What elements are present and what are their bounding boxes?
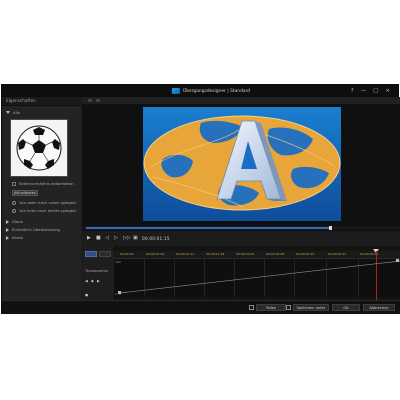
update-button[interactable]: Aktualisieren [12,190,38,196]
window-controls: ? — □ × [351,87,390,95]
close-icon[interactable]: × [385,87,390,95]
cancel-button[interactable]: Abbrechen [363,304,395,311]
keyframe-start[interactable] [118,291,121,294]
toolbar-grip-icon[interactable] [88,99,92,102]
preview-toolbar [82,97,400,104]
ok-button[interactable]: OK [332,304,360,311]
help-icon[interactable]: ? [351,87,354,95]
window-title: Übergangsdesigner | Standard [183,88,251,94]
previous-frame-icon[interactable]: ◁ [105,235,109,242]
section-effect-label: Einheitlich Überblendung [12,227,60,232]
dialog-footer: Teilen Speichern unter OK Abbrechen [2,300,400,314]
current-timecode: 00:00:01:15 [142,236,170,241]
add-keyframe-icon[interactable]: ◆ [91,278,94,285]
keep-aspect-label: Seitenverhältnis beibehalten [19,181,74,186]
ruler-tick: 00:00:01:11 [176,252,195,256]
collapse-arrow-icon [6,219,9,224]
keyframe-add-button[interactable] [99,251,111,257]
keyframe-mode-button[interactable] [85,251,97,257]
keyframe-timeline: Transparenz ◀ ◆ ▶ ● 00:00:00 00:00:01:04… [82,246,400,301]
section-mask-toggle[interactable]: Alle [6,110,20,115]
next-frame-icon[interactable]: ▷ [114,235,118,242]
snapshot-icon[interactable]: ▣ [133,235,138,242]
flip-horizontal-icon[interactable] [12,208,16,213]
ruler-tick: 00:00:02:22 [328,252,347,256]
ruler-tick: 00:00:02:15 [296,252,315,256]
track-header-panel: Transparenz ◀ ◆ ▶ ● [82,246,115,300]
prev-keyframe-icon[interactable]: ◀ [85,278,88,285]
share-icon[interactable] [249,305,254,310]
app-logo-icon [172,88,180,94]
keyframe-dot-icon[interactable]: ● [85,292,88,299]
collapse-arrow-icon [6,227,9,232]
minimize-icon[interactable]: — [361,87,367,95]
fast-forward-icon[interactable]: ▷▷ [123,235,131,242]
title-bar: Übergangsdesigner | Standard ? — □ × [2,85,398,97]
flip-vertical-label: Von oben nach unten spiegeln [19,200,77,205]
toolbar-grip-icon[interactable] [96,99,100,102]
preview-video[interactable] [143,107,341,221]
ruler-tick: 00:00:02:08 [266,252,285,256]
collapse-arrow-icon [6,235,9,240]
title-group: Übergangsdesigner | Standard [172,87,250,95]
timeline-tool-row [85,251,111,257]
ruler-tick: 00:00:01:04 [146,252,165,256]
share-button[interactable]: Teilen [256,304,286,311]
properties-panel: Eigenschaften Alle Seitenverhältnis beib… [2,97,81,300]
expand-arrow-icon [6,111,10,114]
section-effect-toggle[interactable]: Einheitlich Überblendung [6,227,60,232]
scrubber-progress [86,227,331,229]
save-as-button[interactable]: Speichern unter [293,304,329,311]
ruler-tick: 00:00:00 [120,252,134,256]
flip-vertical-row[interactable]: Von oben nach unten spiegeln [12,200,77,205]
timeline-ruler[interactable]: 00:00:00 00:00:01:04 00:00:01:11 00:00:0… [114,251,400,259]
transition-designer-window: Übergangsdesigner | Standard ? — □ × Eig… [1,84,400,314]
panel-header: Eigenschaften [2,97,81,106]
preview-area [82,104,400,226]
section-kante-toggle[interactable]: Kante [6,235,23,240]
section-glanz-toggle[interactable]: Glanz [6,219,23,224]
soccer-ball-icon [16,125,62,171]
section-glanz-label: Glanz [12,219,23,224]
play-icon[interactable]: ▶ [87,235,91,242]
section-kante-label: Kante [12,235,23,240]
flip-vertical-icon[interactable] [12,200,16,205]
ruler-tick: 00:00:02:00 [236,252,255,256]
section-mask-label: Alle [13,110,21,115]
keyframe-end[interactable] [396,259,399,262]
ruler-tick: 00:00:01:18 [206,252,225,256]
next-keyframe-icon[interactable]: ▶ [97,278,100,285]
transport-controls: ▶ ■ ◁ ▷ ▷▷ ▣ 00:00:01:15 [82,230,400,247]
mask-thumbnail[interactable] [10,119,68,177]
save-as-icon[interactable] [286,305,291,310]
maximize-icon[interactable]: □ [373,87,378,95]
keep-aspect-checkbox[interactable] [12,181,16,186]
flip-horizontal-label: Von links nach rechts spiegeln [19,208,77,213]
flip-horizontal-row[interactable]: Von links nach rechts spiegeln [12,208,77,213]
stop-icon[interactable]: ■ [96,235,101,242]
opacity-curve[interactable] [114,259,400,297]
keep-aspect-row[interactable]: Seitenverhältnis beibehalten [12,181,74,186]
track-label: Transparenz [85,268,108,273]
panel-header-label: Eigenschaften [6,98,36,103]
